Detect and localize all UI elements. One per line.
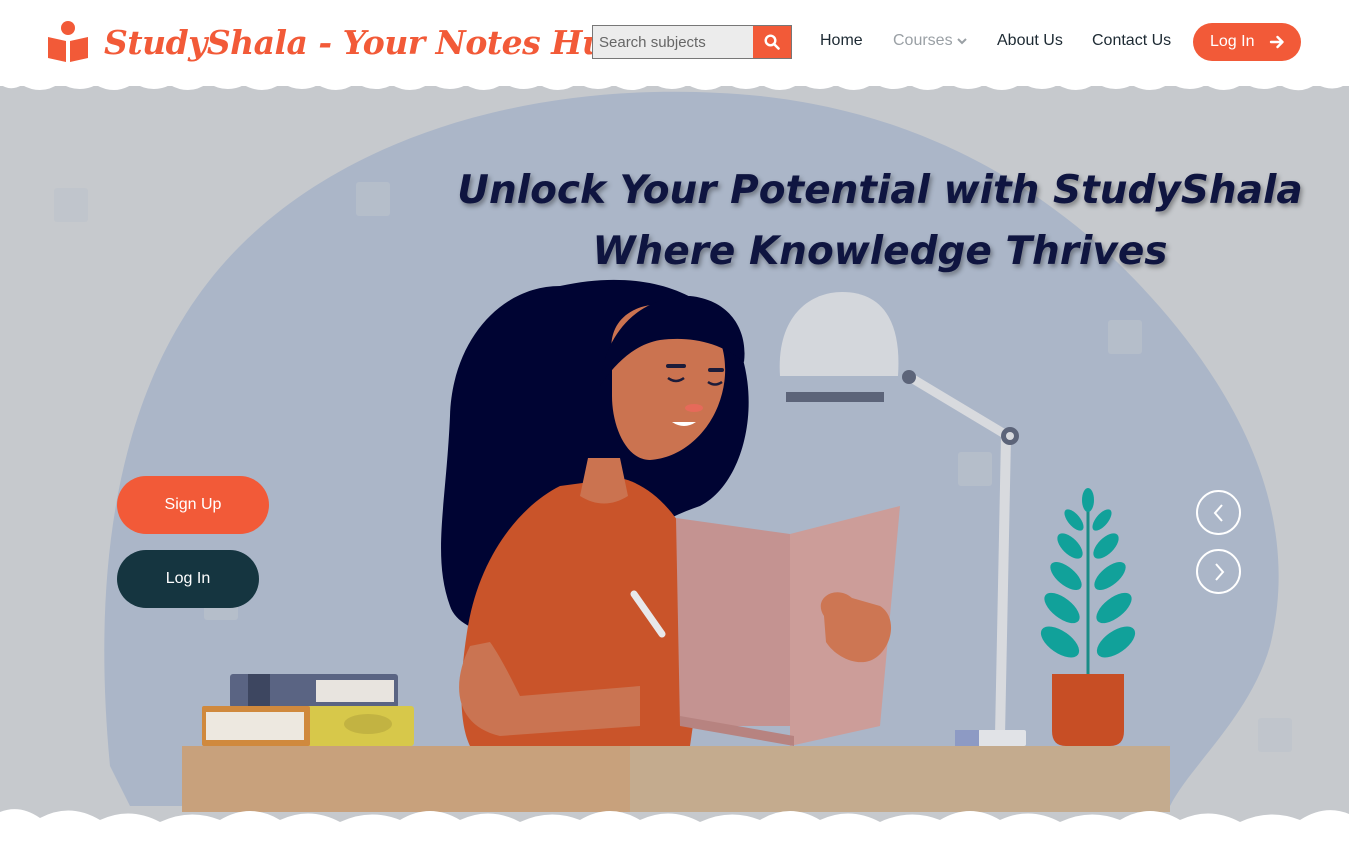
signup-button[interactable]: Sign Up [117, 476, 269, 534]
nav-courses-label: Courses [893, 32, 953, 49]
hero-login-button[interactable]: Log In [117, 550, 259, 608]
hero-headline-line1: Unlock Your Potential with StudyShala [457, 168, 1303, 213]
nav-courses-dropdown[interactable]: Courses [893, 32, 967, 50]
scallop-bottom-divider [0, 809, 1349, 855]
arrow-right-icon [1269, 35, 1284, 49]
nav-login-label: Log In [1210, 33, 1255, 50]
search-button[interactable] [753, 26, 791, 58]
chevron-left-icon [1213, 503, 1223, 522]
chevron-right-icon [1214, 562, 1224, 581]
search-input[interactable] [593, 26, 753, 58]
nav-contact-link[interactable]: Contact Us [1092, 32, 1171, 50]
nav-login-button[interactable]: Log In [1193, 23, 1301, 61]
reader-icon [48, 21, 88, 62]
brand-logo[interactable]: StudyShala - Your Notes Hub [46, 20, 628, 64]
hero-headline: Unlock Your Potential with StudyShala Wh… [440, 160, 1320, 282]
nav-about-link[interactable]: About Us [997, 32, 1063, 50]
chevron-down-icon [956, 38, 967, 45]
carousel-prev-button[interactable] [1196, 490, 1241, 535]
nav-home-link[interactable]: Home [820, 32, 863, 50]
search-bar [592, 25, 792, 59]
search-icon [764, 34, 780, 50]
hero-headline-line2: Where Knowledge Thrives [592, 229, 1168, 274]
book-stack [202, 674, 414, 746]
navbar: StudyShala - Your Notes Hub Home Courses… [0, 0, 1349, 86]
brand-name: StudyShala - Your Notes Hub [104, 22, 628, 62]
carousel-next-button[interactable] [1196, 549, 1241, 594]
